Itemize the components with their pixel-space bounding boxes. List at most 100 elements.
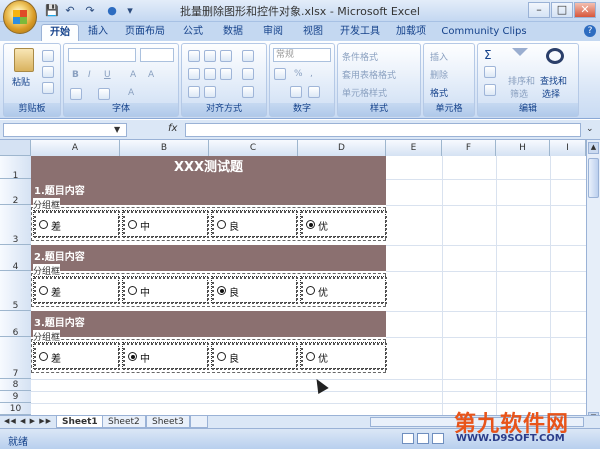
sort-filter-label[interactable]: 排序和 bbox=[508, 74, 535, 87]
column-header[interactable]: B bbox=[120, 140, 209, 156]
delete-cells-button[interactable]: 删除 bbox=[430, 68, 448, 81]
percent-button[interactable]: % bbox=[294, 69, 303, 79]
worksheet[interactable]: A B C D E F H I 1 2 3 4 5 6 7 8 9 10 XXX… bbox=[0, 140, 586, 415]
minimize-button[interactable]: – bbox=[528, 2, 550, 18]
row-header[interactable]: 1 bbox=[0, 156, 31, 181]
radio-icon[interactable] bbox=[306, 286, 315, 295]
column-header[interactable]: I bbox=[550, 140, 586, 156]
radio-icon[interactable] bbox=[217, 286, 226, 295]
tab-page-layout[interactable]: 页面布局 bbox=[118, 24, 172, 41]
radio-icon[interactable] bbox=[217, 352, 226, 361]
column-header[interactable]: H bbox=[496, 140, 550, 156]
option-button[interactable]: 良 bbox=[211, 276, 298, 304]
option-button[interactable]: 差 bbox=[33, 210, 120, 238]
tab-view[interactable]: 视图 bbox=[296, 24, 330, 41]
tab-review[interactable]: 审阅 bbox=[256, 24, 290, 41]
tab-addins[interactable]: 加载项 bbox=[390, 24, 432, 41]
comma-button[interactable]: , bbox=[310, 69, 313, 79]
close-button[interactable]: ✕ bbox=[574, 2, 596, 18]
scroll-up-icon[interactable]: ▲ bbox=[588, 142, 599, 154]
align-left-icon[interactable] bbox=[188, 68, 200, 80]
column-header[interactable]: F bbox=[442, 140, 496, 156]
tab-insert[interactable]: 插入 bbox=[82, 24, 114, 41]
page-layout-view-icon[interactable] bbox=[417, 433, 429, 444]
tab-community-clips[interactable]: Community Clips bbox=[440, 24, 528, 41]
fill-color-icon[interactable] bbox=[98, 88, 110, 100]
maximize-button[interactable]: □ bbox=[551, 2, 573, 18]
sheet-tab[interactable]: Sheet3 bbox=[146, 416, 190, 428]
font-name-combo[interactable] bbox=[68, 48, 136, 62]
vertical-scrollbar[interactable]: ▲ ▼ bbox=[586, 140, 600, 428]
column-header[interactable]: E bbox=[386, 140, 442, 156]
find-select-label[interactable]: 查找和 bbox=[540, 74, 567, 87]
formula-input[interactable] bbox=[185, 123, 581, 137]
fx-button[interactable]: fx bbox=[168, 123, 177, 134]
font-size-combo[interactable] bbox=[140, 48, 174, 62]
row-header[interactable]: 7 bbox=[0, 337, 31, 379]
clear-icon[interactable] bbox=[484, 84, 496, 96]
option-button[interactable]: 中 bbox=[122, 276, 209, 304]
merge-center-icon[interactable] bbox=[242, 86, 254, 98]
option-button[interactable]: 中 bbox=[122, 210, 209, 238]
autosum-button[interactable]: Σ bbox=[484, 48, 492, 62]
radio-icon[interactable] bbox=[39, 352, 48, 361]
align-right-icon[interactable] bbox=[220, 68, 232, 80]
tab-formulas[interactable]: 公式 bbox=[176, 24, 210, 41]
radio-icon[interactable] bbox=[39, 220, 48, 229]
radio-icon[interactable] bbox=[306, 220, 315, 229]
help-icon[interactable]: ? bbox=[584, 25, 596, 37]
sort-filter-label-2[interactable]: 筛选 bbox=[510, 87, 528, 100]
grow-font-button[interactable]: A bbox=[130, 70, 136, 80]
radio-icon[interactable] bbox=[128, 220, 137, 229]
underline-button[interactable]: U bbox=[104, 70, 111, 80]
office-button[interactable] bbox=[3, 0, 37, 34]
expand-formula-icon[interactable]: ⌄ bbox=[586, 124, 594, 134]
radio-icon[interactable] bbox=[217, 220, 226, 229]
number-format-combo[interactable]: 常规 bbox=[273, 48, 331, 62]
radio-icon[interactable] bbox=[128, 286, 137, 295]
align-middle-icon[interactable] bbox=[204, 50, 216, 62]
select-all-corner[interactable] bbox=[0, 140, 31, 156]
orientation-icon[interactable] bbox=[242, 50, 254, 62]
align-top-icon[interactable] bbox=[188, 50, 200, 62]
decrease-decimal-icon[interactable] bbox=[308, 86, 320, 98]
option-button[interactable]: 中 bbox=[122, 342, 209, 370]
italic-button[interactable]: I bbox=[88, 70, 91, 80]
align-bottom-icon[interactable] bbox=[220, 50, 232, 62]
cell-styles-button[interactable]: 单元格样式 bbox=[342, 86, 387, 99]
border-icon[interactable] bbox=[70, 88, 82, 100]
shrink-font-button[interactable]: A bbox=[148, 70, 154, 80]
paste-button[interactable]: 粘贴 bbox=[12, 75, 30, 88]
radio-icon[interactable] bbox=[128, 352, 137, 361]
option-button[interactable]: 良 bbox=[211, 210, 298, 238]
option-button[interactable]: 差 bbox=[33, 342, 120, 370]
sheet-tab[interactable]: Sheet2 bbox=[102, 416, 146, 428]
increase-decimal-icon[interactable] bbox=[290, 86, 302, 98]
increase-indent-icon[interactable] bbox=[204, 86, 216, 98]
tab-data[interactable]: 数据 bbox=[216, 24, 250, 41]
conditional-format-button[interactable]: 条件格式 bbox=[342, 50, 378, 63]
row-header[interactable]: 6 bbox=[0, 311, 31, 338]
cut-icon[interactable] bbox=[42, 50, 54, 62]
copy-icon[interactable] bbox=[42, 66, 54, 78]
column-header[interactable]: C bbox=[209, 140, 298, 156]
name-box[interactable] bbox=[3, 123, 127, 137]
radio-icon[interactable] bbox=[306, 352, 315, 361]
insert-cells-button[interactable]: 插入 bbox=[430, 50, 448, 63]
wrap-text-icon[interactable] bbox=[242, 68, 254, 80]
sheet-tab[interactable]: Sheet1 bbox=[56, 416, 104, 428]
bold-button[interactable]: B bbox=[72, 70, 79, 80]
name-box-dropdown-icon[interactable]: ▼ bbox=[114, 125, 120, 134]
option-button[interactable]: 优 bbox=[300, 342, 387, 370]
option-button[interactable]: 优 bbox=[300, 210, 387, 238]
tab-scroll-icon[interactable]: ◀◀ ◀ ▶ ▶▶ bbox=[4, 417, 52, 425]
fill-icon[interactable] bbox=[484, 66, 496, 78]
paste-icon[interactable] bbox=[14, 48, 34, 72]
find-select-label-2[interactable]: 选择 bbox=[542, 87, 560, 100]
column-header[interactable]: D bbox=[298, 140, 386, 156]
insert-sheet-icon[interactable] bbox=[190, 416, 208, 428]
format-painter-icon[interactable] bbox=[42, 82, 54, 94]
scroll-thumb[interactable] bbox=[588, 158, 599, 198]
option-button[interactable]: 良 bbox=[211, 342, 298, 370]
tab-home[interactable]: 开始 bbox=[41, 24, 79, 41]
